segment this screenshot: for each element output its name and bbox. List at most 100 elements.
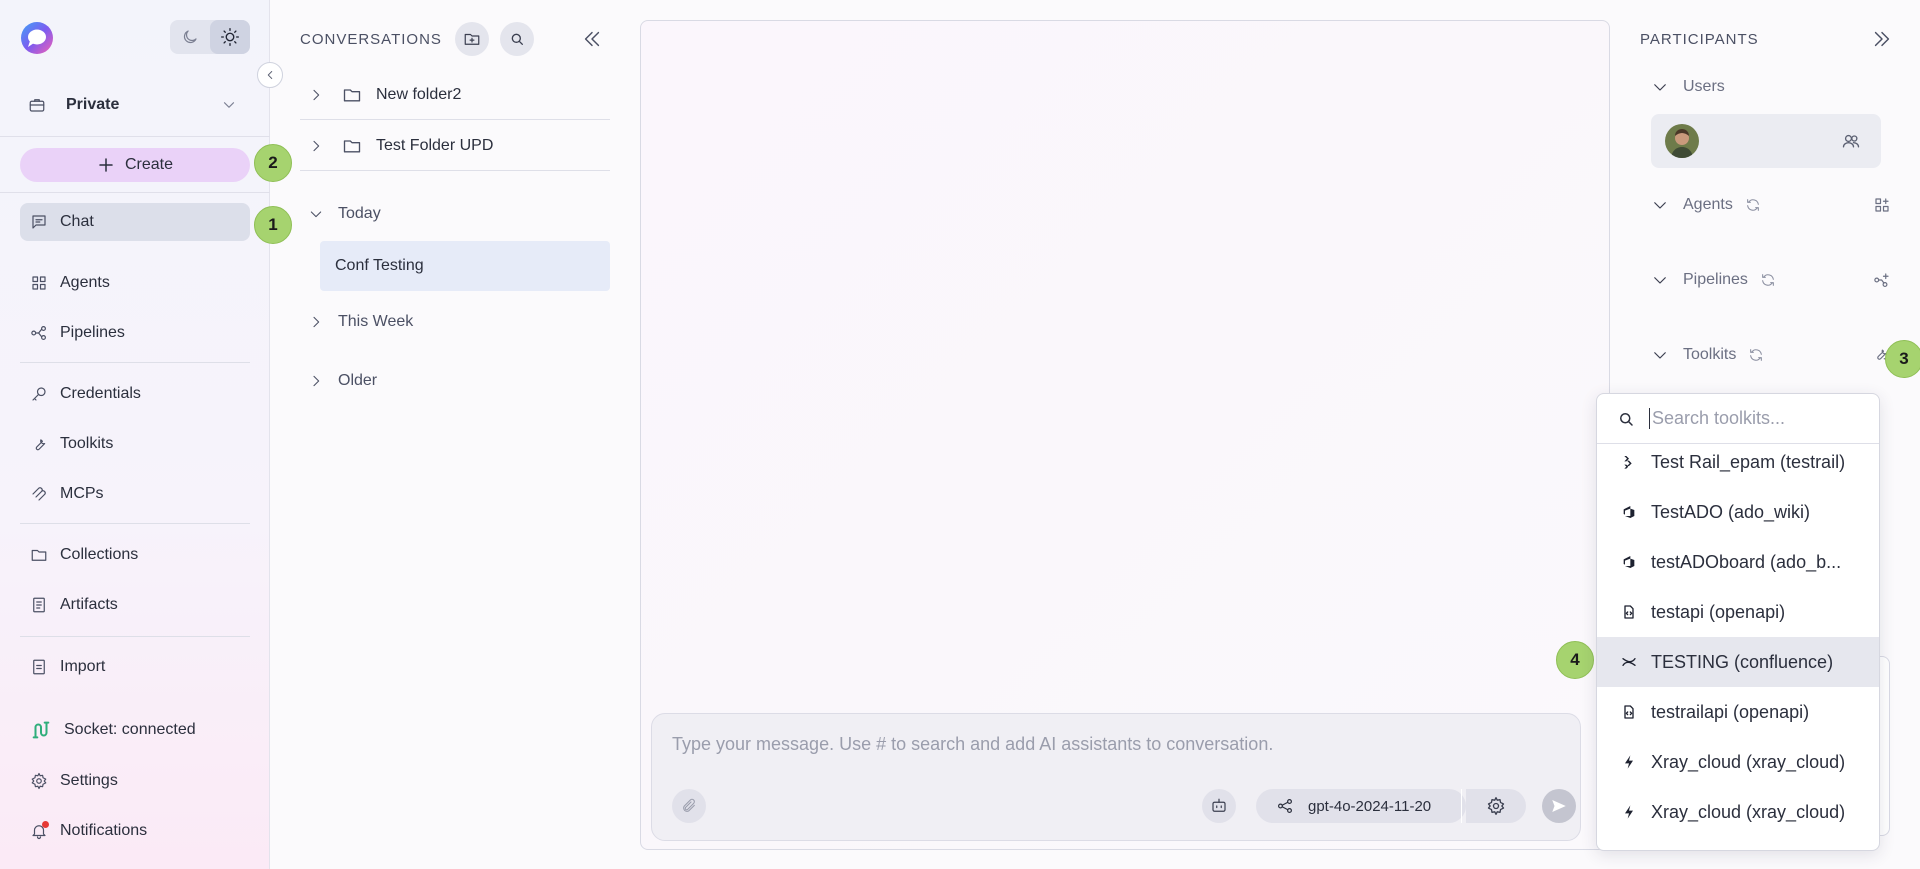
chevron-down-icon bbox=[1651, 346, 1669, 364]
toolkit-search-input[interactable] bbox=[1649, 408, 1859, 429]
sun-icon[interactable] bbox=[210, 20, 250, 54]
toolkit-option[interactable]: testapi (openapi) bbox=[1597, 587, 1879, 637]
chat-icon bbox=[30, 213, 48, 231]
users-group-icon[interactable] bbox=[1841, 131, 1861, 151]
toolkit-option-label: Xray_cloud (xray_cloud) bbox=[1651, 801, 1846, 822]
refresh-icon[interactable] bbox=[1760, 272, 1776, 288]
sidebar-item-pipelines[interactable]: Pipelines bbox=[20, 314, 250, 352]
new-folder-button[interactable] bbox=[455, 22, 489, 56]
testrail-icon bbox=[1621, 454, 1637, 470]
section-toolkits[interactable]: Toolkits bbox=[1651, 340, 1891, 370]
sidebar-item-label: Toolkits bbox=[60, 435, 114, 452]
add-agent-icon[interactable] bbox=[1873, 196, 1891, 214]
divider bbox=[1461, 789, 1462, 823]
model-label: gpt-4o-2024-11-20 bbox=[1308, 797, 1432, 815]
sidebar-item-label: Settings bbox=[60, 772, 118, 789]
group-this-week[interactable]: This Week bbox=[300, 304, 413, 340]
section-users[interactable]: Users bbox=[1651, 72, 1891, 102]
xray-icon bbox=[1621, 754, 1637, 770]
attach-button[interactable] bbox=[672, 789, 706, 823]
confluence-icon bbox=[1621, 654, 1637, 670]
model-settings-button[interactable] bbox=[1466, 789, 1526, 823]
divider bbox=[20, 636, 250, 637]
group-older[interactable]: Older bbox=[300, 363, 377, 399]
sidebar-item-settings[interactable]: Settings bbox=[20, 762, 250, 800]
model-select[interactable]: gpt-4o-2024-11-20 bbox=[1256, 789, 1466, 823]
folder-icon bbox=[342, 85, 362, 105]
conversation-item[interactable]: Conf Testing bbox=[320, 241, 610, 291]
avatar bbox=[1665, 124, 1699, 158]
create-button[interactable]: Create bbox=[20, 148, 250, 182]
folder-row[interactable]: New folder2 bbox=[300, 70, 610, 120]
chevron-right-icon bbox=[308, 373, 324, 389]
moon-icon[interactable] bbox=[170, 20, 210, 54]
sidebar-item-artifacts[interactable]: Artifacts bbox=[20, 586, 250, 624]
socket-status: Socket: connected bbox=[20, 711, 250, 749]
sidebar-item-agents[interactable]: Agents bbox=[20, 264, 250, 302]
double-chevron-right-icon bbox=[1871, 28, 1893, 50]
send-button[interactable] bbox=[1542, 789, 1576, 823]
assistant-button[interactable] bbox=[1202, 789, 1236, 823]
project-select[interactable]: Private bbox=[20, 86, 250, 124]
add-pipeline-icon[interactable] bbox=[1873, 271, 1891, 289]
section-label: Users bbox=[1683, 78, 1725, 95]
openapi-icon bbox=[1621, 704, 1637, 720]
toolkit-option[interactable]: Test Rail_epam (testrail) bbox=[1597, 437, 1879, 487]
message-input[interactable]: Type your message. Use # to search and a… bbox=[672, 734, 1273, 755]
toolkit-option-label: testrailapi (openapi) bbox=[1651, 701, 1810, 722]
ado-icon bbox=[1621, 504, 1637, 520]
section-agents[interactable]: Agents bbox=[1651, 190, 1891, 220]
app-logo[interactable] bbox=[20, 21, 54, 55]
toolkit-option-label: Test Rail_epam (testrail) bbox=[1651, 451, 1846, 472]
mcp-icon bbox=[30, 485, 48, 503]
robot-icon bbox=[1210, 797, 1228, 815]
sidebar-item-credentials[interactable]: Credentials bbox=[20, 375, 250, 413]
sidebar-item-toolkits[interactable]: Toolkits bbox=[20, 425, 250, 463]
create-label: Create bbox=[124, 156, 174, 173]
sidebar-item-mcps[interactable]: MCPs bbox=[20, 475, 250, 513]
toolkit-option[interactable]: TESTING (confluence) bbox=[1597, 637, 1879, 687]
participants-title: PARTICIPANTS bbox=[1640, 31, 1759, 48]
toolkit-option[interactable]: testrailapi (openapi) bbox=[1597, 687, 1879, 737]
toolkit-option-label: Xray_cloud (xray_cloud) bbox=[1651, 751, 1846, 772]
briefcase-icon bbox=[28, 96, 46, 114]
collapse-sidebar-button[interactable] bbox=[257, 62, 283, 88]
folder-row[interactable]: Test Folder UPD bbox=[300, 121, 610, 171]
bell-icon bbox=[30, 821, 49, 840]
sidebar-item-import[interactable]: Import bbox=[20, 648, 250, 686]
conversations-panel: CONVERSATIONS New folder2 Test Folder UP… bbox=[271, 0, 621, 869]
group-today[interactable]: Today bbox=[300, 196, 381, 232]
refresh-icon[interactable] bbox=[1748, 347, 1764, 363]
section-label: Toolkits bbox=[1683, 346, 1737, 363]
toolkit-option[interactable]: TestADO (ado_wiki) bbox=[1597, 487, 1879, 537]
toolkit-option[interactable]: Xray_cloud (xray_cloud) bbox=[1597, 787, 1879, 837]
message-composer[interactable]: Type your message. Use # to search and a… bbox=[651, 713, 1581, 841]
sidebar-item-label: Import bbox=[60, 658, 106, 675]
search-icon bbox=[509, 31, 525, 47]
group-label: This Week bbox=[338, 313, 414, 330]
toolkit-option[interactable]: Xray_cloud (xray_cloud) bbox=[1597, 737, 1879, 787]
conversations-title: CONVERSATIONS bbox=[300, 31, 442, 48]
sidebar-item-collections[interactable]: Collections bbox=[20, 536, 250, 574]
section-label: Agents bbox=[1683, 196, 1733, 213]
sidebar-item-label: Artifacts bbox=[60, 596, 118, 613]
section-pipelines[interactable]: Pipelines bbox=[1651, 265, 1891, 295]
sidebar-item-label: MCPs bbox=[60, 485, 104, 502]
sidebar-item-notifications[interactable]: Notifications bbox=[20, 812, 250, 850]
sidebar-item-chat[interactable]: Chat bbox=[20, 203, 250, 241]
user-participant[interactable] bbox=[1651, 114, 1881, 168]
collapse-conversations-button[interactable] bbox=[581, 28, 603, 50]
wrench-icon bbox=[30, 435, 48, 453]
chat-area: Type your message. Use # to search and a… bbox=[640, 20, 1610, 850]
chevron-down-icon bbox=[220, 96, 238, 114]
toolkit-option-label: TESTING (confluence) bbox=[1651, 651, 1834, 672]
step-badge: 4 bbox=[1556, 641, 1594, 679]
toolkit-option[interactable]: testADOboard (ado_b... bbox=[1597, 537, 1879, 587]
group-label: Older bbox=[338, 372, 378, 389]
search-conversations-button[interactable] bbox=[500, 22, 534, 56]
refresh-icon[interactable] bbox=[1745, 197, 1761, 213]
chevron-right-icon bbox=[308, 87, 324, 103]
collapse-participants-button[interactable] bbox=[1871, 28, 1893, 50]
openapi-icon bbox=[1621, 604, 1637, 620]
theme-toggle[interactable] bbox=[170, 20, 250, 54]
